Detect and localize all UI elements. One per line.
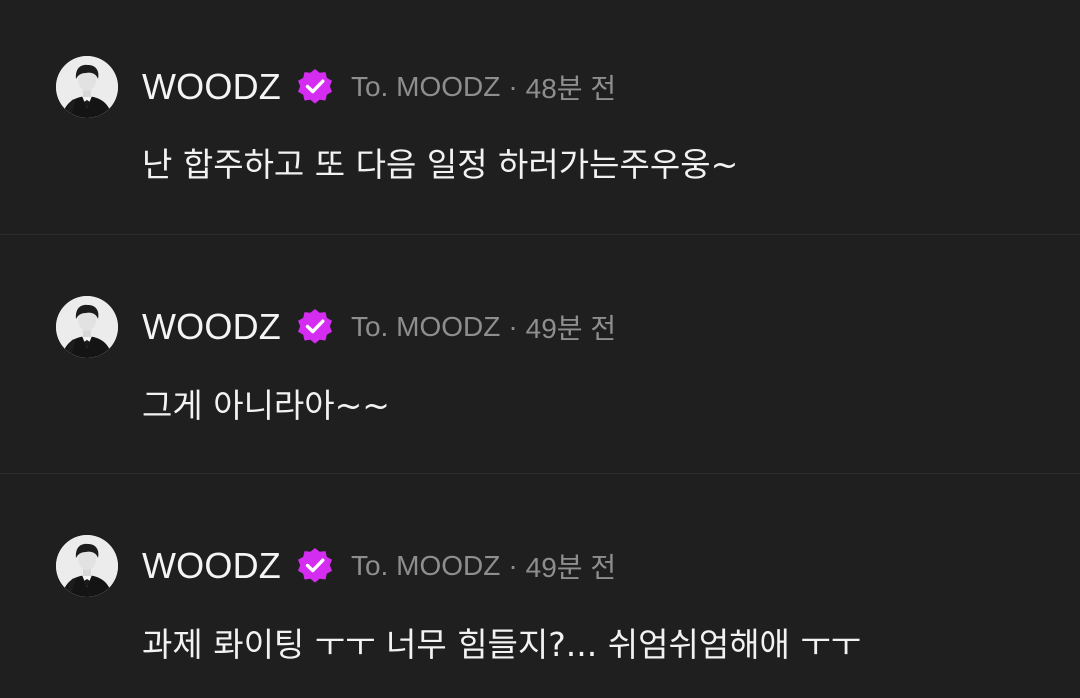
post-header: WOODZ To. MOODZ · 49분 전: [142, 545, 616, 587]
post-meta: To. MOODZ · 49분 전: [351, 307, 616, 347]
post-header: WOODZ To. MOODZ · 48분 전: [142, 66, 616, 108]
verified-badge-icon: [297, 309, 332, 344]
recipient-label: To. MOODZ: [350, 550, 501, 581]
message-text: 그게 아니라아~~: [142, 386, 390, 425]
avatar[interactable]: [56, 56, 118, 118]
profile-photo-icon: [56, 56, 118, 118]
timestamp: 49분 전: [525, 552, 617, 583]
author-name[interactable]: WOODZ: [142, 306, 281, 348]
author-name[interactable]: WOODZ: [142, 66, 281, 108]
avatar[interactable]: [56, 535, 118, 597]
meta-separator: ·: [508, 71, 518, 102]
post-header: WOODZ To. MOODZ · 49분 전: [142, 306, 616, 348]
verified-badge-icon: [297, 69, 332, 104]
profile-photo-icon: [56, 535, 118, 597]
author-name[interactable]: WOODZ: [142, 545, 281, 587]
recipient-label: To. MOODZ: [350, 71, 501, 102]
timestamp: 48분 전: [525, 73, 617, 104]
post-meta: To. MOODZ · 48분 전: [351, 67, 616, 107]
message-text: 난 합주하고 또 다음 일정 하러가는주우웅~: [142, 145, 739, 184]
post-meta: To. MOODZ · 49분 전: [351, 546, 616, 586]
profile-photo-icon: [56, 296, 118, 358]
avatar[interactable]: [56, 296, 118, 358]
message-feed: WOODZ To. MOODZ · 48분 전 난 합주하고 또 다음 일정 하…: [0, 0, 1080, 698]
meta-separator: ·: [508, 311, 518, 342]
timestamp: 49분 전: [525, 313, 617, 344]
message-text: 과제 롸이팅 ㅜㅜ 너무 힘들지?... 쉬엄쉬엄해애 ㅜㅜ: [142, 625, 862, 664]
message-post[interactable]: WOODZ To. MOODZ · 49분 전 그게 아니라아~~: [0, 234, 1080, 473]
message-post[interactable]: WOODZ To. MOODZ · 48분 전 난 합주하고 또 다음 일정 하…: [0, 0, 1080, 234]
meta-separator: ·: [508, 550, 518, 581]
verified-badge-icon: [297, 548, 332, 583]
recipient-label: To. MOODZ: [350, 311, 501, 342]
message-post[interactable]: WOODZ To. MOODZ · 49분 전 과제 롸이팅 ㅜㅜ 너무 힘들지…: [0, 473, 1080, 698]
